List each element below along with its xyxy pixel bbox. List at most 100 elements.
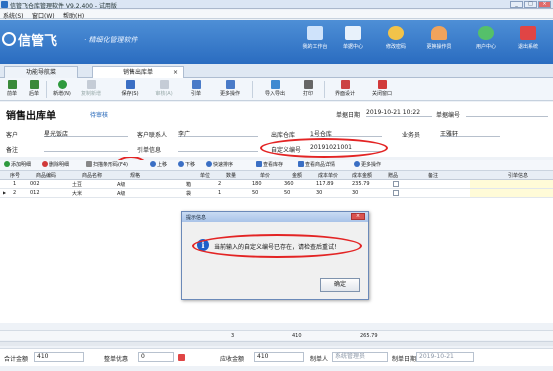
remark-label: 备注	[6, 147, 19, 154]
scan-barcode-button[interactable]: 扫描条形码(F4)	[86, 161, 128, 168]
total-amount-field[interactable]: 410	[34, 352, 84, 362]
make-date-field[interactable]: 2019-10-21	[416, 352, 474, 362]
current-row-indicator: ▶	[3, 190, 7, 195]
view-stock-button[interactable]: 查看库存	[256, 161, 283, 168]
user-icon	[431, 26, 447, 40]
grid-more-actions-button[interactable]: 更多操作	[354, 161, 381, 168]
user-center-button[interactable]: 用户中心	[467, 24, 505, 60]
col-reference[interactable]: 引单信息	[508, 172, 528, 179]
next-doc-button[interactable]: 后单	[26, 80, 42, 100]
tab-close-icon[interactable]: ×	[173, 67, 178, 78]
document-header: 销售出库单 待审核 单据日期 2019-10-21 10:22 单据编号 客户 …	[0, 102, 553, 158]
customer-field[interactable]: 星光饭店	[44, 129, 128, 138]
table-row[interactable]: 1 002 土豆 A级 箱 2 180 360 117.89 235.79	[0, 180, 553, 189]
ok-button[interactable]: 确定	[320, 278, 360, 292]
plus-icon	[4, 161, 10, 167]
maximize-button[interactable]: □	[524, 1, 537, 8]
view-product-detail-button[interactable]: 查看商品详情	[298, 161, 335, 168]
make-date-label: 制单日期	[392, 356, 417, 363]
status-badge: 待审核	[90, 112, 109, 119]
menu-system[interactable]: 系统(S)	[3, 11, 24, 20]
salesperson-field[interactable]: 王雅轩	[440, 129, 500, 138]
col-remark[interactable]: 备注	[428, 172, 438, 179]
more-actions-button[interactable]: 更多操作	[214, 80, 246, 100]
minimize-button[interactable]: _	[510, 1, 523, 8]
prev-doc-button[interactable]: 前单	[4, 80, 20, 100]
document-center-button[interactable]: 单据中心	[334, 24, 372, 60]
delete-icon	[42, 161, 48, 167]
exit-system-button[interactable]: 退出系统	[509, 24, 547, 60]
change-password-button[interactable]: 修改密码	[377, 24, 415, 60]
move-down-button[interactable]: 下移	[178, 161, 195, 168]
contact-field[interactable]: 李广	[178, 129, 258, 138]
document-footer: 合计金额 410 整单优惠 0 应收金额 410 制单人 系统管理员 制单日期 …	[0, 348, 553, 366]
import-export-button[interactable]: 导入导出	[258, 80, 292, 100]
chevron-down-icon	[225, 80, 235, 89]
menu-window[interactable]: 窗口(W)	[32, 11, 55, 20]
ui-design-button[interactable]: 界面设计	[330, 80, 360, 100]
add-detail-button[interactable]: 添加明细	[4, 161, 31, 168]
col-cost-amount[interactable]: 成本金额	[352, 172, 372, 179]
gift-checkbox[interactable]	[393, 181, 399, 187]
col-qty[interactable]: 数量	[226, 172, 236, 179]
message-highlight-ring	[192, 234, 362, 258]
audit-icon	[159, 80, 169, 89]
switch-operator-button[interactable]: 更换操作员	[420, 24, 458, 60]
delete-detail-button[interactable]: 删除明细	[42, 161, 69, 168]
close-window-button[interactable]: 关闭窗口	[366, 80, 398, 100]
workbench-button[interactable]: 我的工作台	[296, 24, 334, 60]
toolbar-separator	[324, 81, 325, 98]
horizontal-scrollbar[interactable]	[0, 341, 553, 346]
customer-label: 客户	[6, 132, 19, 139]
discount-field[interactable]: 0	[138, 352, 174, 362]
reference-button[interactable]: 引单	[184, 80, 208, 100]
design-icon	[340, 80, 350, 89]
power-icon	[520, 26, 536, 40]
tab-function-nav[interactable]: 功能导航菜	[4, 66, 78, 78]
print-button[interactable]: 打印	[296, 80, 320, 100]
banner: 信管飞 · 精细化管理软件 我的工作台 单据中心 修改密码 更换操作员 用户中心…	[0, 20, 553, 64]
key-icon	[388, 26, 404, 40]
save-icon	[125, 80, 135, 89]
receivable-field[interactable]: 410	[254, 352, 304, 362]
sort-icon	[206, 161, 212, 167]
close-button[interactable]: ×	[538, 1, 551, 8]
window-titlebar: 信管飞仓库管理软件 V9.2.400 - 试用版 _ □ ×	[0, 0, 553, 10]
col-amount[interactable]: 金额	[292, 172, 302, 179]
table-row[interactable]: ▶ 2 012 大米 A级 袋 1 50 50 30 30	[0, 189, 553, 198]
menu-help[interactable]: 帮助(H)	[63, 11, 84, 20]
docno-field[interactable]	[466, 109, 548, 117]
gift-checkbox[interactable]	[393, 190, 399, 196]
dialog-close-button[interactable]: ×	[351, 213, 365, 220]
move-up-button[interactable]: 上移	[150, 161, 167, 168]
remark-field[interactable]	[44, 144, 128, 152]
date-field[interactable]: 2019-10-21 10:22	[366, 109, 432, 117]
maker-field[interactable]: 系统管理员	[332, 352, 388, 362]
copy-new-button[interactable]: 复制新增	[76, 80, 106, 100]
edit-icon[interactable]	[178, 354, 185, 361]
alert-dialog: 提示信息 × i 当前输入的自定义编号已存在，请检查后重试！ 确定	[181, 211, 369, 300]
warehouse-field[interactable]: 1号仓库	[310, 129, 382, 138]
page-title: 销售出库单	[6, 111, 56, 122]
total-amount-label: 合计金额	[4, 356, 29, 363]
menu-bar: 系统(S) 窗口(W) 帮助(H)	[0, 10, 553, 20]
tab-sales-outbound[interactable]: 销售出库单 ×	[92, 66, 184, 78]
col-name[interactable]: 商品名称	[82, 172, 102, 179]
window-title: 信管飞仓库管理软件 V9.2.400 - 试用版	[10, 3, 117, 10]
new-button[interactable]: 新增(N)	[50, 80, 74, 100]
col-seq[interactable]: 序号	[10, 172, 20, 179]
reference-field[interactable]	[178, 144, 258, 152]
col-spec[interactable]: 规格	[130, 172, 140, 179]
save-button[interactable]: 保存(S)	[118, 80, 142, 100]
quick-sort-button[interactable]: 快速排序	[206, 161, 233, 168]
toolbar-separator	[252, 81, 253, 98]
col-cost[interactable]: 成本单价	[318, 172, 338, 179]
col-gift[interactable]: 赠品	[388, 172, 398, 179]
col-unit[interactable]: 单位	[200, 172, 210, 179]
printer-icon	[303, 80, 313, 89]
audit-button[interactable]: 审核(A)	[152, 80, 176, 100]
discount-label: 整单优惠	[104, 356, 129, 363]
col-code[interactable]: 商品编码	[36, 172, 56, 179]
document-icon	[345, 26, 361, 40]
col-price[interactable]: 单价	[260, 172, 270, 179]
